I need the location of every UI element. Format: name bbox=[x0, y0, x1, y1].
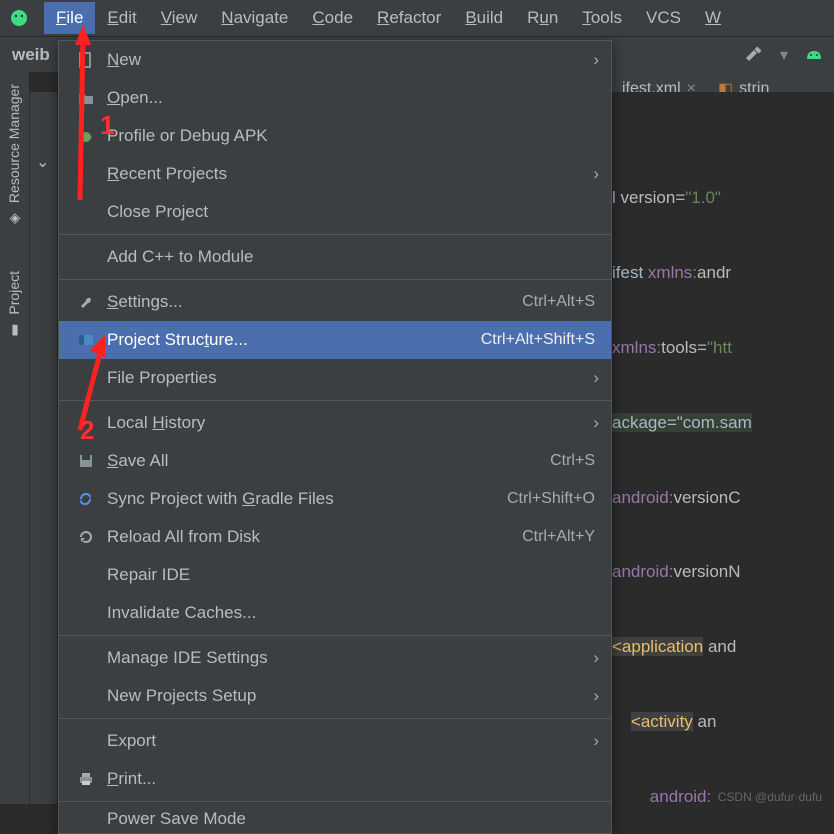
wrench-icon bbox=[75, 294, 97, 310]
menu-item-project-structure[interactable]: Project Structure... Ctrl+Alt+Shift+S bbox=[59, 321, 611, 359]
menu-window[interactable]: W bbox=[693, 2, 733, 34]
chevron-right-icon: › bbox=[593, 648, 599, 668]
hammer-icon[interactable] bbox=[742, 44, 764, 66]
menu-run[interactable]: Run bbox=[515, 2, 570, 34]
code-editor[interactable]: l version="1.0" ifest xmlns:andr xmlns:t… bbox=[612, 92, 834, 804]
structure-icon bbox=[75, 332, 97, 348]
separator bbox=[59, 234, 611, 235]
chevron-right-icon: › bbox=[593, 368, 599, 388]
sidebar-tab-project[interactable]: ▮ Project bbox=[0, 259, 28, 351]
watermark: CSDN @dufur·dufu bbox=[718, 790, 822, 804]
left-sidebar: ◈ Resource Manager ▮ Project bbox=[0, 72, 30, 804]
menu-navigate[interactable]: Navigate bbox=[209, 2, 300, 34]
menu-item-repair-ide[interactable]: Repair IDE bbox=[59, 556, 611, 594]
menu-item-manage-ide-settings[interactable]: Manage IDE Settings › bbox=[59, 639, 611, 677]
menu-vcs[interactable]: VCS bbox=[634, 2, 693, 34]
folder-icon: ▮ bbox=[6, 323, 22, 339]
menu-item-profile-debug-apk[interactable]: Profile or Debug APK bbox=[59, 117, 611, 155]
menu-edit[interactable]: Edit bbox=[95, 2, 148, 34]
menubar: File Edit View Navigate Code Refactor Bu… bbox=[0, 0, 834, 36]
android-studio-logo bbox=[8, 7, 30, 29]
menu-item-settings[interactable]: Settings... Ctrl+Alt+S bbox=[59, 283, 611, 321]
file-icon bbox=[75, 52, 97, 68]
menu-item-reload-disk[interactable]: Reload All from Disk Ctrl+Alt+Y bbox=[59, 518, 611, 556]
menu-item-save-all[interactable]: Save All Ctrl+S bbox=[59, 442, 611, 480]
menu-item-new-projects-setup[interactable]: New Projects Setup › bbox=[59, 677, 611, 715]
chevron-right-icon: › bbox=[593, 731, 599, 751]
menu-item-power-save[interactable]: Power Save Mode bbox=[59, 805, 611, 833]
menu-item-sync-gradle[interactable]: Sync Project with Gradle Files Ctrl+Shif… bbox=[59, 480, 611, 518]
menu-item-close-project[interactable]: Close Project bbox=[59, 193, 611, 231]
separator bbox=[59, 400, 611, 401]
menu-item-add-cpp[interactable]: Add C++ to Module bbox=[59, 238, 611, 276]
chevron-right-icon: › bbox=[593, 50, 599, 70]
chevron-down-icon[interactable]: ⌄ bbox=[36, 152, 49, 172]
bug-icon bbox=[75, 128, 97, 144]
separator bbox=[59, 718, 611, 719]
chevron-right-icon: › bbox=[593, 164, 599, 184]
folder-open-icon bbox=[75, 90, 97, 106]
android-icon[interactable] bbox=[804, 45, 824, 65]
stack-icon: ◈ bbox=[6, 211, 22, 227]
project-name: weib bbox=[8, 45, 50, 65]
separator bbox=[59, 635, 611, 636]
menu-item-open[interactable]: Open... bbox=[59, 79, 611, 117]
save-icon bbox=[75, 453, 97, 469]
menu-item-file-properties[interactable]: File Properties › bbox=[59, 359, 611, 397]
menu-refactor[interactable]: Refactor bbox=[365, 2, 453, 34]
menu-item-local-history[interactable]: Local History › bbox=[59, 404, 611, 442]
menu-item-export[interactable]: Export › bbox=[59, 722, 611, 760]
menu-item-recent-projects[interactable]: Recent Projects › bbox=[59, 155, 611, 193]
menu-code[interactable]: Code bbox=[300, 2, 365, 34]
separator bbox=[59, 801, 611, 802]
reload-icon bbox=[75, 529, 97, 545]
chevron-right-icon: › bbox=[593, 686, 599, 706]
menu-item-print[interactable]: Print... bbox=[59, 760, 611, 798]
sync-icon bbox=[75, 491, 97, 507]
menu-tools[interactable]: Tools bbox=[570, 2, 634, 34]
sidebar-tab-resource-manager[interactable]: ◈ Resource Manager bbox=[0, 72, 28, 239]
file-menu-dropdown: New › Open... Profile or Debug APK Recen… bbox=[58, 40, 612, 834]
menu-build[interactable]: Build bbox=[453, 2, 515, 34]
menu-item-invalidate-caches[interactable]: Invalidate Caches... bbox=[59, 594, 611, 632]
separator bbox=[59, 279, 611, 280]
menu-item-new[interactable]: New › bbox=[59, 41, 611, 79]
project-tree-strip: ⌄ bbox=[30, 92, 58, 804]
menu-file[interactable]: File bbox=[44, 2, 95, 34]
menu-view[interactable]: View bbox=[149, 2, 210, 34]
chevron-right-icon: › bbox=[593, 413, 599, 433]
print-icon bbox=[75, 771, 97, 787]
